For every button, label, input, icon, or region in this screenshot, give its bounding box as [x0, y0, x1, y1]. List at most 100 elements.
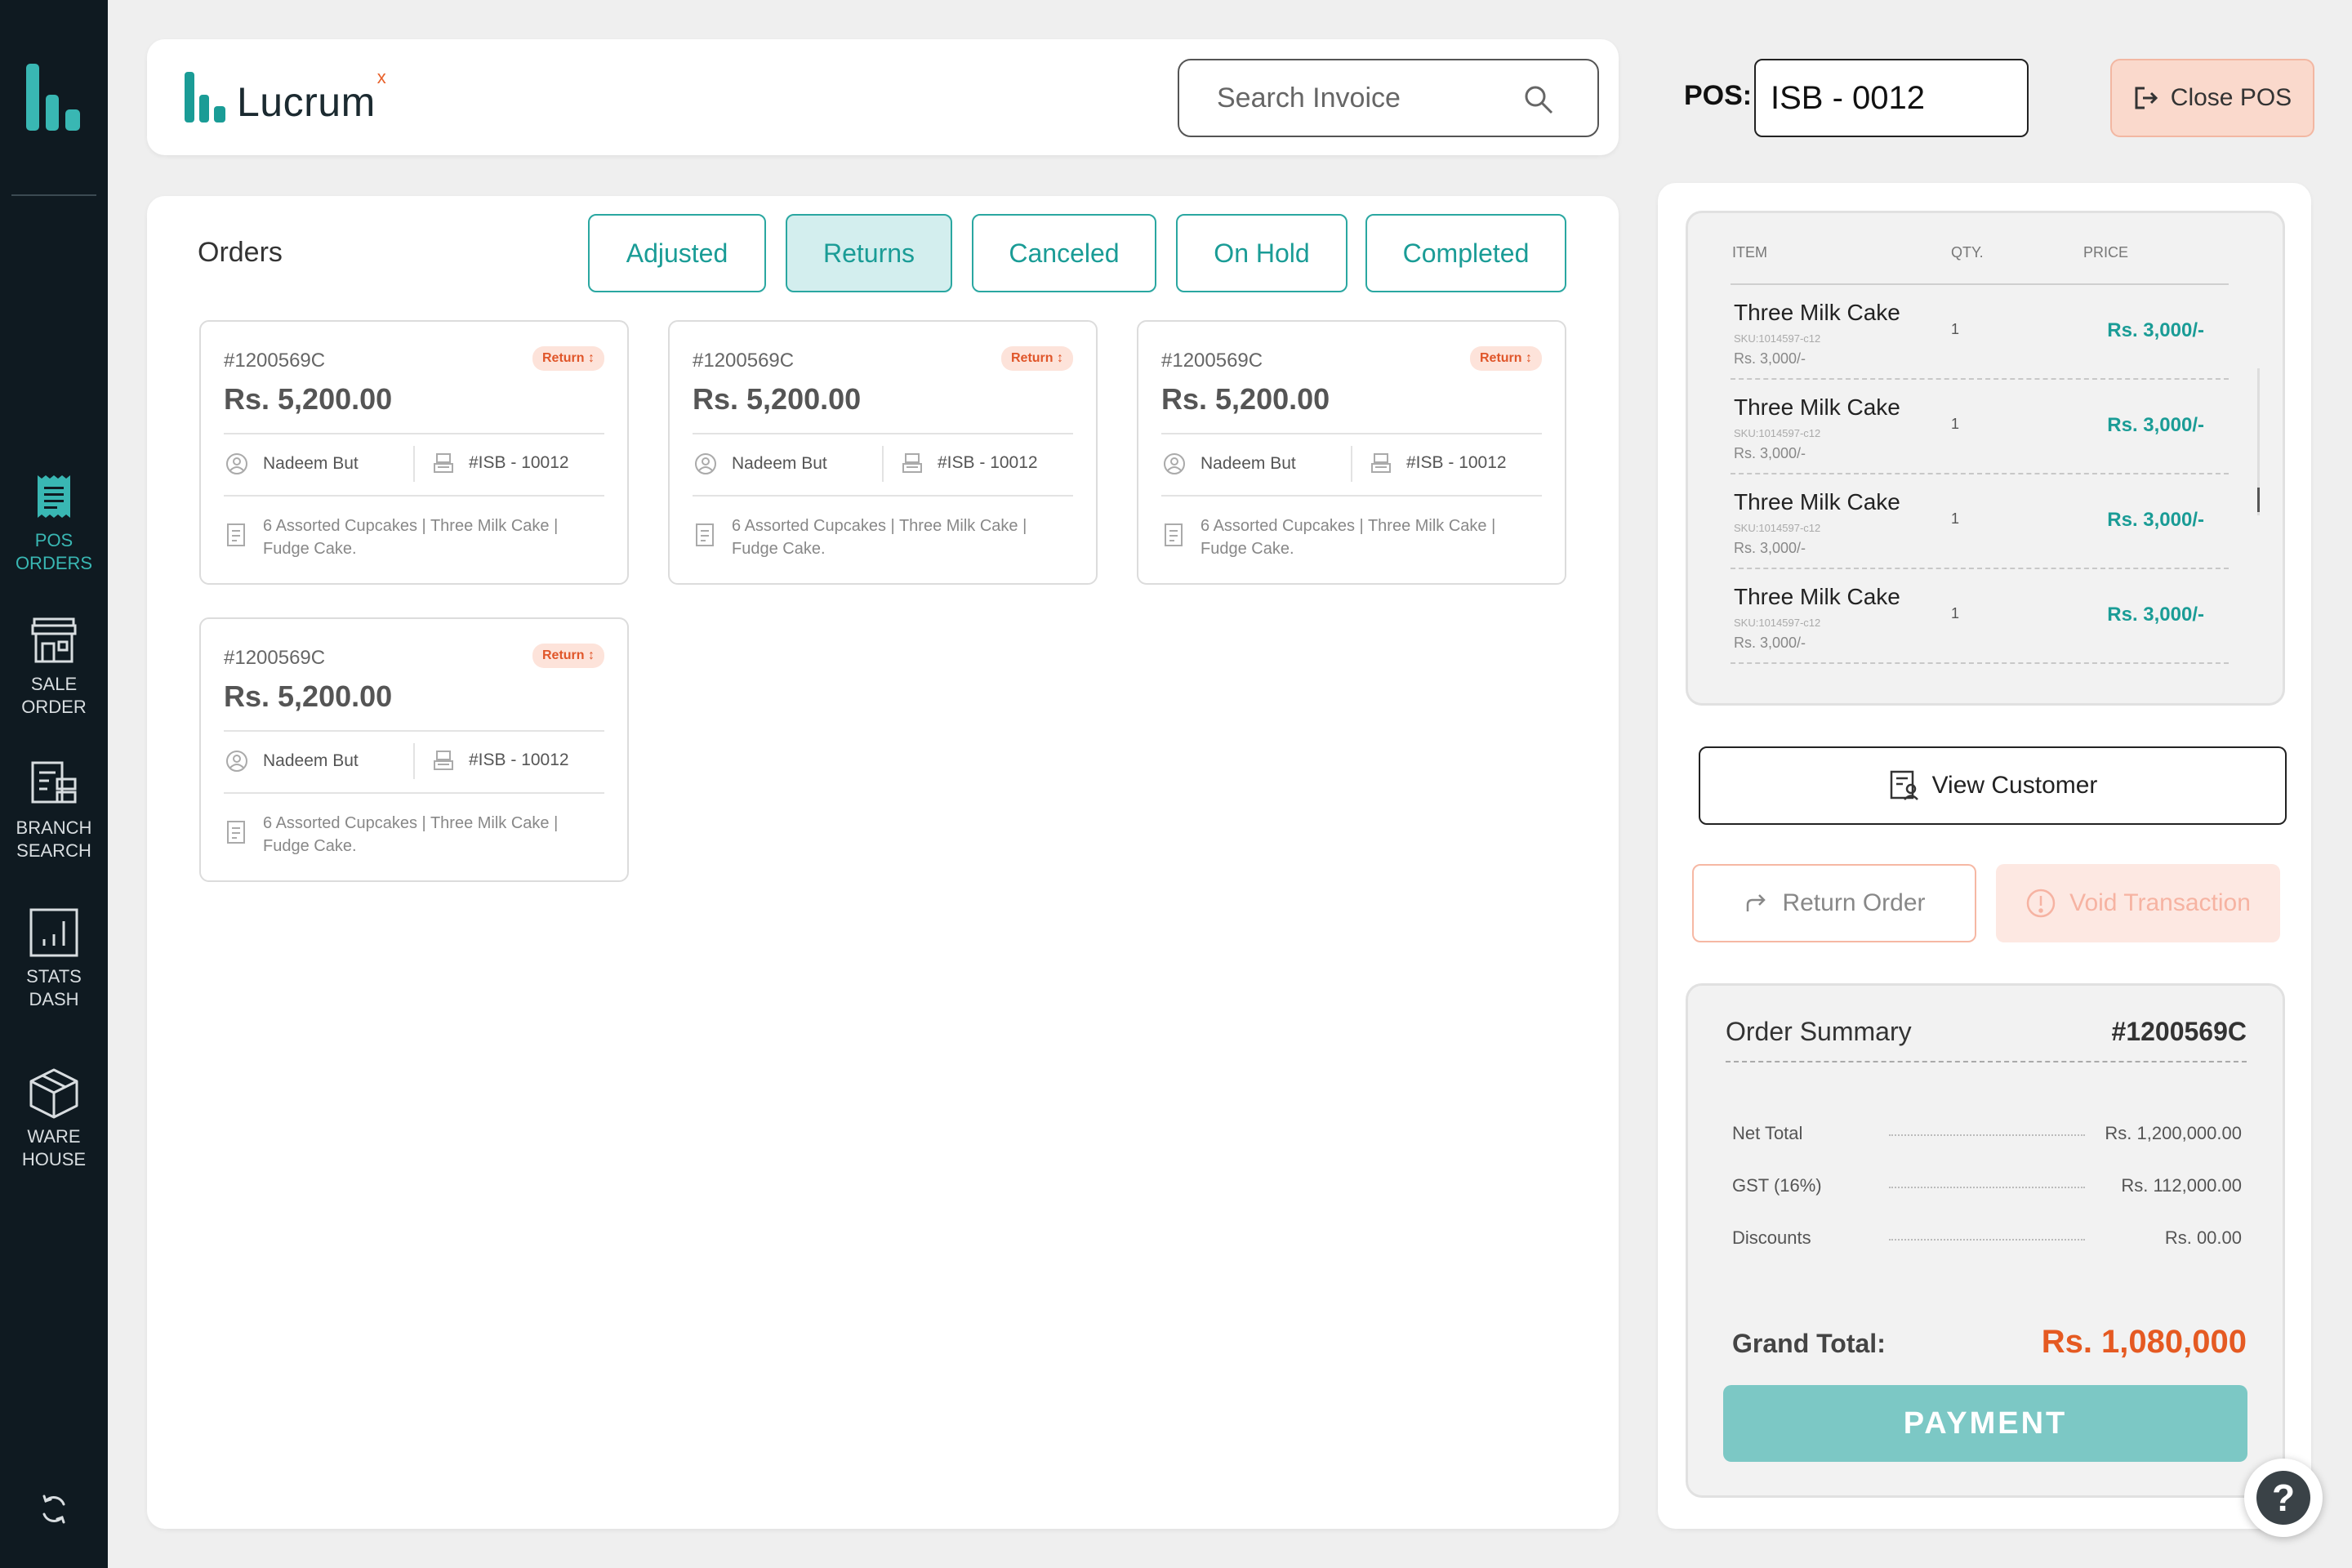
order-amount: Rs. 5,200.00 — [224, 679, 393, 713]
column-header-item: ITEM — [1732, 244, 1767, 261]
sidebar-item-pos-orders[interactable]: POS ORDERS — [0, 470, 108, 575]
brand-suffix: x — [376, 67, 386, 87]
item-unit-price: Rs. 3,000/- — [1734, 350, 1806, 367]
scrollbar-thumb[interactable] — [2257, 488, 2260, 512]
order-id: #1200569C — [224, 647, 326, 669]
help-icon: ? — [2256, 1471, 2310, 1525]
sidebar-item-warehouse[interactable]: WARE HOUSE — [0, 1067, 108, 1171]
sidebar-item-branch-search[interactable]: BRANCH SEARCH — [0, 758, 108, 862]
tab-adjusted[interactable]: Adjusted — [588, 214, 766, 292]
void-transaction-label: Void Transaction — [2069, 889, 2251, 916]
register-id: #ISB - 10012 — [1406, 453, 1507, 472]
order-customer: Nadeem But — [1163, 452, 1296, 475]
order-register: #ISB - 10012 — [902, 452, 1038, 474]
document-icon — [1165, 523, 1183, 546]
help-button[interactable]: ? — [2244, 1459, 2323, 1537]
table-row[interactable]: Three Milk Cake SKU:1014597-c12 Rs. 3,00… — [1731, 474, 2229, 569]
logout-icon — [2135, 87, 2158, 109]
item-price: Rs. 3,000/- — [2107, 604, 2204, 626]
search-input[interactable] — [1217, 82, 1511, 114]
refresh-icon[interactable] — [38, 1493, 70, 1526]
order-items: 6 Assorted Cupcakes | Three Milk Cake | … — [225, 812, 601, 858]
sidebar-item-label: WARE HOUSE — [21, 1126, 87, 1169]
search-invoice-box — [1178, 59, 1599, 137]
order-card[interactable]: #1200569C Return ↕ Rs. 5,200.00 Nadeem B… — [1137, 320, 1566, 585]
tab-returns[interactable]: Returns — [786, 214, 952, 292]
summary-value: Rs. 1,200,000.00 — [2105, 1123, 2242, 1143]
order-id: #1200569C — [224, 350, 326, 372]
return-order-button[interactable]: Return Order — [1692, 864, 1976, 942]
table-row[interactable]: Three Milk Cake SKU:1014597-c12 Rs. 3,00… — [1731, 569, 2229, 664]
user-icon — [1164, 453, 1185, 474]
item-unit-price: Rs. 3,000/- — [1734, 445, 1806, 461]
close-pos-label: Close POS — [2170, 84, 2292, 111]
cart-items-table: ITEM QTY. PRICE Three Milk Cake SKU:1014… — [1686, 211, 2285, 706]
tab-canceled[interactable]: Canceled — [972, 214, 1156, 292]
summary-title: Order Summary — [1726, 1017, 1912, 1046]
status-badge: Return ↕ — [532, 644, 604, 668]
search-icon[interactable] — [1522, 83, 1555, 116]
item-qty: 1 — [1951, 605, 1960, 621]
sidebar-item-sale-order[interactable]: SALE ORDER — [0, 614, 108, 719]
item-price: Rs. 3,000/- — [2107, 319, 2204, 341]
order-card[interactable]: #1200569C Return ↕ Rs. 5,200.00 Nadeem B… — [199, 617, 629, 882]
order-items: 6 Assorted Cupcakes | Three Milk Cake | … — [694, 514, 1070, 560]
divider — [1161, 495, 1542, 497]
item-name: Three Milk Cake — [1734, 584, 1900, 609]
summary-order-id: #1200569C — [2111, 1017, 2247, 1046]
user-icon — [695, 453, 716, 474]
return-order-label: Return Order — [1782, 889, 1926, 916]
status-badge: Return ↕ — [1470, 346, 1542, 371]
grand-total-value: Rs. 1,080,000 — [2041, 1324, 2247, 1360]
orders-title: Orders — [198, 237, 283, 268]
dotted-leader — [1889, 1239, 2085, 1241]
order-items: 6 Assorted Cupcakes | Three Milk Cake | … — [1163, 514, 1539, 560]
item-sku: SKU:1014597-c12 — [1734, 332, 1821, 345]
register-id: #ISB - 10012 — [938, 453, 1038, 472]
order-amount: Rs. 5,200.00 — [224, 382, 393, 416]
close-pos-button[interactable]: Close POS — [2110, 59, 2314, 137]
view-customer-button[interactable]: View Customer — [1699, 746, 2287, 825]
pos-label: POS: — [1684, 80, 1753, 111]
payment-button[interactable]: PAYMENT — [1723, 1385, 2247, 1462]
tab-on-hold[interactable]: On Hold — [1176, 214, 1348, 292]
column-header-qty: QTY. — [1951, 244, 1984, 261]
order-card[interactable]: #1200569C Return ↕ Rs. 5,200.00 Nadeem B… — [668, 320, 1098, 585]
void-transaction-button[interactable]: Void Transaction — [1996, 864, 2280, 942]
table-row[interactable]: Three Milk Cake SKU:1014597-c12 Rs. 3,00… — [1731, 380, 2229, 474]
order-customer: Nadeem But — [694, 452, 827, 475]
order-register: #ISB - 10012 — [433, 452, 569, 474]
order-register: #ISB - 10012 — [433, 750, 569, 771]
summary-value: Rs. 00.00 — [2164, 1227, 2242, 1248]
status-badge: Return ↕ — [532, 346, 604, 371]
status-badge: Return ↕ — [1001, 346, 1073, 371]
summary-row-net-total: Net Total Rs. 1,200,000.00 — [1732, 1123, 2242, 1147]
register-id: #ISB - 10012 — [469, 453, 569, 472]
box-icon — [29, 1068, 78, 1119]
item-unit-price: Rs. 3,000/- — [1734, 540, 1806, 556]
branch-search-icon — [31, 761, 77, 804]
item-name: Three Milk Cake — [1734, 489, 1900, 514]
register-icon — [434, 453, 453, 473]
stats-chart-icon — [29, 908, 78, 957]
sidebar-item-label: POS ORDERS — [15, 530, 93, 573]
brand-logo: Lucrum x — [185, 67, 386, 122]
alert-circle-icon — [2026, 889, 2056, 918]
sidebar-item-stats-dash[interactable]: STATS DASH — [0, 906, 108, 1011]
tab-completed[interactable]: Completed — [1365, 214, 1566, 292]
divider — [224, 730, 604, 732]
document-icon — [227, 821, 245, 844]
divider — [882, 446, 884, 482]
summary-row-discounts: Discounts Rs. 00.00 — [1732, 1227, 2242, 1252]
document-icon — [227, 523, 245, 546]
divider — [693, 433, 1073, 434]
summary-label: Net Total — [1732, 1123, 1803, 1143]
divider — [224, 792, 604, 794]
order-items: 6 Assorted Cupcakes | Three Milk Cake | … — [225, 514, 601, 560]
table-row[interactable]: Three Milk Cake SKU:1014597-c12 Rs. 3,00… — [1731, 285, 2229, 380]
order-items-text: 6 Assorted Cupcakes | Three Milk Cake | … — [263, 517, 559, 558]
dotted-leader — [1889, 1187, 2085, 1188]
order-card[interactable]: #1200569C Return ↕ Rs. 5,200.00 Nadeem B… — [199, 320, 629, 585]
pos-field[interactable] — [1754, 59, 2029, 137]
sidebar-item-label: BRANCH SEARCH — [16, 817, 92, 861]
